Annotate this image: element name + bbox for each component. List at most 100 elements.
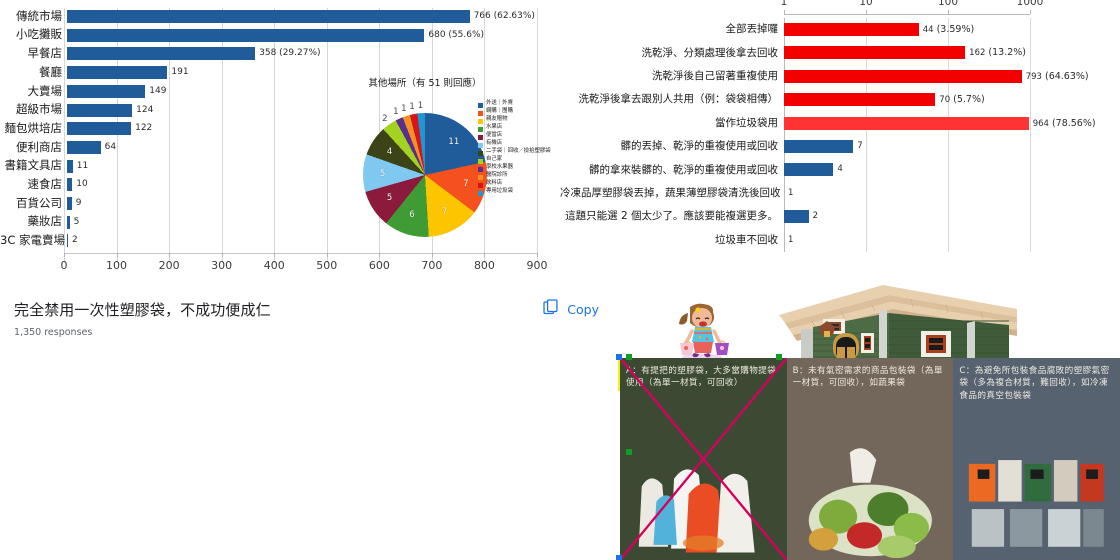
table-row: 小吃攤販 680 (55.6%) bbox=[0, 27, 537, 44]
table-row: 洗乾淨後自己留著重複使用 793 (64.63%) bbox=[560, 65, 1089, 88]
pie-slice-value: 1 bbox=[401, 104, 407, 115]
legend-label: 自己家 bbox=[486, 156, 503, 162]
bar-value-label: 9 bbox=[75, 198, 82, 208]
bar-value-label: 11 bbox=[76, 160, 89, 171]
legend-label: 飲料店 bbox=[486, 180, 503, 186]
bar-value-label: 5 bbox=[73, 216, 80, 227]
bar-value-label: 122 bbox=[135, 123, 153, 134]
bar-value-label: 149 bbox=[149, 85, 167, 96]
bar-category-label: 這題只能選 2 個太少了。應該要能複選更多。 bbox=[565, 210, 778, 223]
handle-top-left[interactable] bbox=[616, 354, 622, 360]
axis-tick-label: 100 bbox=[937, 0, 959, 8]
axis-tick bbox=[948, 10, 949, 14]
slide-card[interactable]: B：未有氣密需求的商品包裝袋（為單一材質，可回收），如蔬果袋 bbox=[786, 358, 954, 560]
handle-bottom-left[interactable] bbox=[616, 555, 622, 560]
handle-mid-left[interactable] bbox=[626, 449, 632, 455]
legend-swatch bbox=[478, 175, 483, 180]
axis-tick-label: 1 bbox=[780, 0, 788, 8]
bar-value-label: 680 (55.6%) bbox=[428, 29, 485, 40]
slide-illustration bbox=[615, 283, 1120, 361]
axis-tick-label: 100 bbox=[106, 259, 128, 273]
bar-track: 70 (5.7%) bbox=[784, 88, 1030, 111]
bar-category-label: 餐廳 bbox=[39, 64, 62, 79]
bar-value-label: 1 bbox=[788, 187, 794, 198]
bar bbox=[784, 69, 1022, 83]
bar-track: 766 (62.63%) bbox=[67, 8, 537, 25]
legend-label: 外送｜外賣 bbox=[486, 100, 513, 106]
pie-slice-value: 4 bbox=[386, 146, 393, 157]
bar-category-label: 早餐店 bbox=[27, 46, 63, 61]
axis-tick-label: 200 bbox=[158, 259, 180, 273]
slide-card-text: C：為避免所包裝食品腐敗的塑膠氣密袋（多為複合材質，難回收），如冷凍食品的真空包… bbox=[959, 366, 1110, 401]
bar-track: 1 bbox=[784, 229, 1030, 252]
copy-button[interactable]: Copy bbox=[543, 299, 599, 320]
legend-label: 專用垃圾袋 bbox=[486, 188, 513, 194]
axis-tick bbox=[221, 253, 223, 258]
legend-item: 水果店 bbox=[478, 124, 551, 132]
bar-category-label: 超級市場 bbox=[16, 102, 62, 117]
handle-top-mid[interactable] bbox=[626, 354, 632, 360]
axis-tick-label: 0 bbox=[60, 259, 68, 273]
bar-value-label: 2 bbox=[72, 235, 78, 246]
bar-value-label: 64 bbox=[104, 141, 117, 152]
axis-tick bbox=[169, 253, 171, 258]
bar-value-label: 766 (62.63%) bbox=[473, 11, 535, 21]
legend-swatch bbox=[478, 135, 483, 140]
table-row: 冷凍品厚塑膠袋丟掉，蔬果薄塑膠袋清洗後回收 1 bbox=[560, 182, 1030, 205]
legend-swatch bbox=[478, 159, 483, 164]
bar bbox=[784, 46, 966, 60]
pie-slice-value: 11 bbox=[448, 137, 460, 148]
bar-track: 4 bbox=[784, 158, 1030, 181]
bar-category-label: 髒的拿來裝髒的、乾淨的重複使用或回收 bbox=[589, 163, 778, 176]
handle-top-center[interactable] bbox=[776, 354, 782, 360]
pie-slice-value: 1 bbox=[417, 101, 424, 112]
card-ban-plastic-bags: 完全禁用一次性塑膠袋，不成功便成仁 1,350 responses Copy 4… bbox=[0, 285, 615, 560]
legend-swatch bbox=[478, 167, 483, 172]
table-row: 洗乾淨、分類處理後拿去回收 162 (13.2%) bbox=[560, 41, 1030, 64]
bar-value-label: 10 bbox=[76, 179, 88, 190]
legend-label: 親友贈物 bbox=[486, 116, 508, 122]
bar-track: 44 (3.59%) bbox=[784, 18, 1030, 41]
bar bbox=[67, 215, 70, 229]
table-row: 全部丟掉囉 44 (3.59%) bbox=[560, 18, 1030, 41]
bar bbox=[67, 47, 256, 61]
legend-item: 外送｜外賣 bbox=[478, 100, 551, 108]
bar-percent-label: (64.63%) bbox=[1041, 70, 1089, 82]
slide-card[interactable]: A：有提把的塑膠袋，大多當購物提袋使用（為單一材質，可回收） bbox=[620, 358, 787, 560]
legend-label: 醫院診所 bbox=[486, 172, 508, 178]
bar-category-label: 全部丟掉囉 bbox=[725, 23, 779, 36]
table-row: 髒的丟掉、乾淨的重複使用或回收 7 bbox=[560, 135, 1030, 158]
axis-tick bbox=[866, 10, 867, 14]
gridline bbox=[1030, 18, 1031, 252]
bar-value-label: 70 (5.7%) bbox=[939, 94, 985, 106]
axis-line bbox=[784, 14, 1030, 15]
legend-item: 親友贈物 bbox=[478, 116, 551, 124]
bar bbox=[784, 23, 919, 36]
bar-value-label: 2 bbox=[812, 211, 819, 222]
bar-category-label: 大賣場 bbox=[27, 83, 63, 98]
bar-track: 964 (78.56%) bbox=[784, 112, 1096, 135]
bar-category-label: 藥妝店 bbox=[27, 214, 63, 229]
legend-swatch bbox=[478, 151, 483, 156]
slide-plastic-bag-types[interactable]: A：有提把的塑膠袋，大多當購物提袋使用（為單一材質，可回收） B：未有氣密需求的商… bbox=[615, 283, 1120, 560]
bar-value-label: 1 bbox=[788, 234, 794, 245]
bar-value-label: 44 (3.59%) bbox=[922, 24, 975, 35]
bar-category-label: 麵包烘培店 bbox=[4, 120, 63, 135]
page-title: 完全禁用一次性塑膠袋，不成功便成仁 bbox=[14, 301, 271, 319]
legend-label: 便當店 bbox=[486, 132, 503, 138]
bar-value-label: 162 (13.2%) bbox=[969, 47, 1027, 59]
bar-percent-label: (5.7%) bbox=[950, 94, 985, 106]
table-row: 洗乾淨後拿去跟別人共用（例：袋袋相傳） 70 (5.7%) bbox=[560, 88, 1030, 111]
table-row: 傳統市場 766 (62.63%) bbox=[0, 8, 537, 25]
bar-percent-label: (13.2%) bbox=[985, 47, 1027, 59]
legend-swatch bbox=[478, 111, 483, 116]
bar bbox=[784, 210, 809, 224]
bar-value-label: 7 bbox=[857, 141, 863, 151]
bar-category-label: 百貨公司 bbox=[16, 195, 62, 210]
legend-label: 有機店 bbox=[486, 140, 503, 146]
legend-swatch bbox=[478, 183, 483, 188]
slide-card[interactable]: C：為避免所包裝食品腐敗的塑膠氣密袋（多為複合材質，難回收），如冷凍食品的真空包… bbox=[953, 358, 1120, 560]
legend-swatch bbox=[478, 191, 483, 196]
bar bbox=[67, 140, 101, 154]
slide-card-text: B：未有氣密需求的商品包裝袋（為單一材質，可回收），如蔬果袋 bbox=[792, 366, 943, 389]
